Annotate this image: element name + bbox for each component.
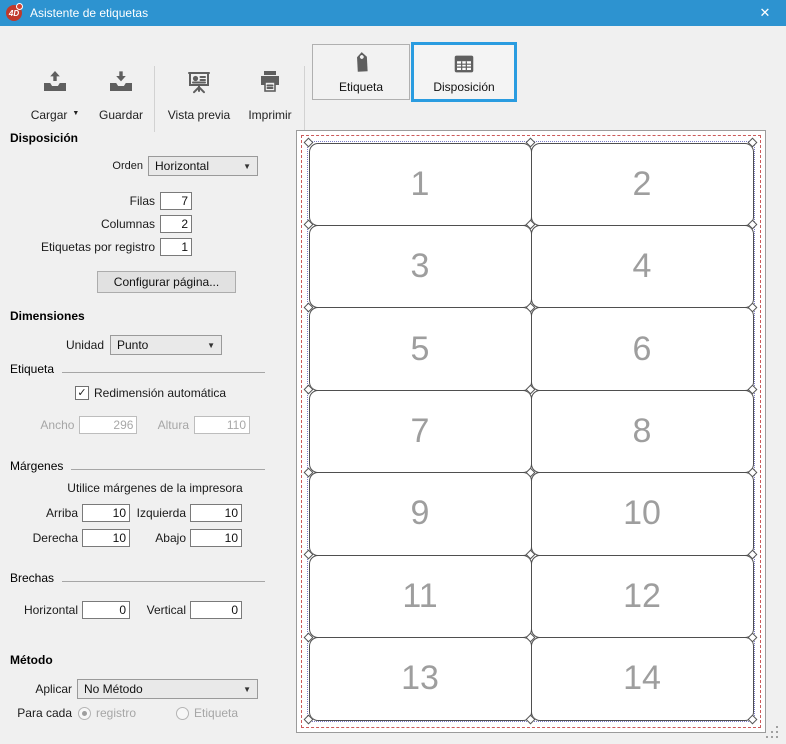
aplicar-select[interactable]: No Método ▼	[77, 679, 258, 699]
section-heading-dimensiones: Dimensiones	[10, 309, 85, 323]
brecha-vertical-input[interactable]	[190, 601, 242, 619]
unidad-value: Punto	[117, 338, 203, 352]
label-number: 9	[411, 494, 430, 533]
tab-etiqueta-label: Etiqueta	[339, 80, 383, 94]
aplicar-label: Aplicar	[0, 682, 72, 696]
tag-icon	[348, 51, 374, 77]
orden-value: Horizontal	[155, 159, 239, 173]
altura-label: Altura	[146, 418, 189, 432]
autoresize-checkbox[interactable]: ✓	[75, 386, 89, 400]
autoresize-label: Redimensión automática	[94, 386, 226, 400]
para-cada-label: Para cada	[0, 706, 72, 720]
brecha-horizontal-input[interactable]	[82, 601, 130, 619]
toolbar-separator	[304, 66, 305, 132]
group-divider	[71, 469, 265, 470]
chevron-down-icon: ▼	[207, 341, 215, 350]
group-divider	[62, 372, 265, 373]
label-cell: 3	[309, 225, 532, 308]
group-etiqueta-label: Etiqueta	[10, 362, 54, 376]
label-number: 13	[401, 659, 439, 698]
label-cell: 4	[531, 225, 754, 308]
derecha-input[interactable]	[82, 529, 130, 547]
resize-grip[interactable]	[766, 726, 779, 739]
altura-input	[194, 416, 250, 434]
columnas-label: Columnas	[101, 217, 155, 231]
configure-page-button[interactable]: Configurar página...	[97, 271, 236, 293]
label-cell: 7	[309, 390, 532, 473]
label-number: 3	[411, 247, 430, 286]
ancho-label: Ancho	[0, 418, 74, 432]
radio-etiqueta-label: Etiqueta	[194, 706, 238, 720]
settings-panel: Disposición Orden Horizontal ▼ Filas Col…	[0, 0, 290, 744]
chevron-down-icon: ▼	[243, 162, 251, 171]
arriba-label: Arriba	[0, 506, 78, 520]
tab-disposicion[interactable]: Disposición	[411, 42, 517, 102]
label-number: 8	[633, 412, 652, 451]
label-number: 2	[633, 165, 652, 204]
label-resize-handle[interactable]	[748, 715, 758, 725]
close-button[interactable]: ✕	[744, 0, 786, 26]
label-cell: 13	[309, 637, 532, 720]
filas-label: Filas	[130, 194, 155, 208]
label-number: 7	[411, 412, 430, 451]
section-heading-disposicion: Disposición	[10, 131, 78, 145]
unidad-label: Unidad	[66, 338, 104, 352]
group-brechas: Brechas	[10, 571, 265, 585]
group-divider	[62, 581, 265, 582]
brecha-vertical-label: Vertical	[130, 603, 186, 617]
radio-registro[interactable]	[78, 707, 91, 720]
label-wizard-window: 4D Asistente de etiquetas ✕ Cargar ▼ Gua…	[0, 0, 786, 744]
brecha-horizontal-label: Horizontal	[0, 603, 78, 617]
izquierda-label: Izquierda	[130, 506, 186, 520]
label-number: 12	[623, 577, 661, 616]
etiquetas-por-registro-input[interactable]	[160, 238, 192, 256]
orden-label: Orden	[112, 160, 143, 172]
chevron-down-icon: ▼	[243, 685, 251, 694]
aplicar-value: No Método	[84, 682, 239, 696]
group-margenes: Márgenes	[10, 459, 265, 473]
close-icon: ✕	[760, 5, 771, 21]
label-cell: 8	[531, 390, 754, 473]
izquierda-input[interactable]	[190, 504, 242, 522]
label-number: 1	[411, 165, 430, 204]
ancho-input	[79, 416, 137, 434]
etiquetas-por-registro-label: Etiquetas por registro	[41, 240, 155, 254]
label-cell: 6	[531, 307, 754, 390]
group-margenes-label: Márgenes	[10, 459, 63, 473]
label-cell: 11	[309, 555, 532, 638]
label-cell: 14	[531, 637, 754, 720]
unidad-select[interactable]: Punto ▼	[110, 335, 222, 355]
check-icon: ✓	[77, 388, 86, 399]
abajo-input[interactable]	[190, 529, 242, 547]
derecha-label: Derecha	[0, 531, 78, 545]
orden-select[interactable]: Horizontal ▼	[148, 156, 258, 176]
tab-disposicion-label: Disposición	[433, 80, 494, 94]
abajo-label: Abajo	[130, 531, 186, 545]
label-number: 4	[633, 247, 652, 286]
label-cell: 5	[309, 307, 532, 390]
radio-etiqueta[interactable]	[176, 707, 189, 720]
label-number: 6	[633, 330, 652, 369]
grid-icon	[451, 51, 477, 77]
page-preview: 1234567891011121314	[296, 130, 766, 733]
label-cell: 1	[309, 143, 532, 226]
radio-registro-label: registro	[96, 706, 136, 720]
group-brechas-label: Brechas	[10, 571, 54, 585]
label-number: 5	[411, 330, 430, 369]
label-number: 11	[402, 577, 437, 616]
label-number: 10	[623, 494, 661, 533]
tab-etiqueta[interactable]: Etiqueta	[312, 44, 410, 100]
label-number: 14	[623, 659, 661, 698]
label-cell: 2	[531, 143, 754, 226]
group-etiqueta: Etiqueta	[10, 362, 265, 376]
section-heading-metodo: Método	[10, 653, 53, 667]
label-cell: 10	[531, 472, 754, 555]
arriba-input[interactable]	[82, 504, 130, 522]
label-cell: 9	[309, 472, 532, 555]
filas-input[interactable]	[160, 192, 192, 210]
columnas-input[interactable]	[160, 215, 192, 233]
label-cell: 12	[531, 555, 754, 638]
printer-margins-note: Utilice márgenes de la impresora	[25, 481, 285, 495]
